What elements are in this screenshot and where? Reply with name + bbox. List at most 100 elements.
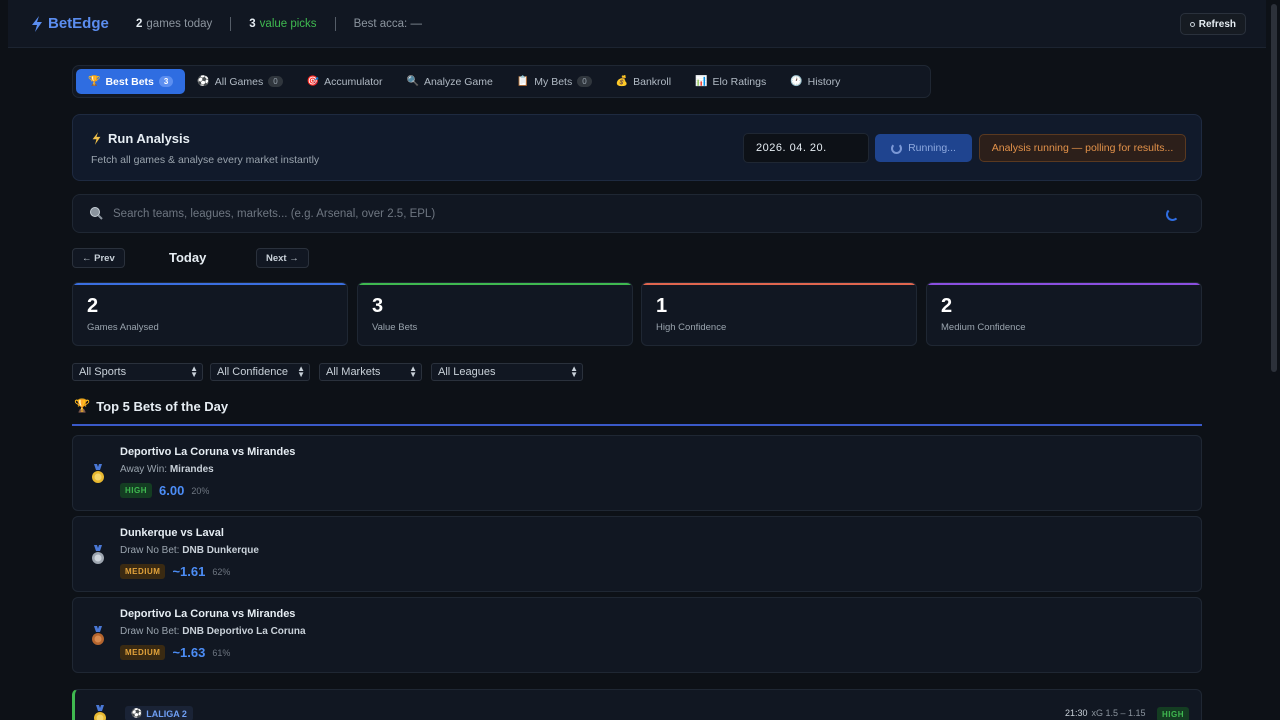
search-input[interactable] [113,204,1013,224]
loading-spinner-icon [891,142,903,154]
silver-medal-icon [92,545,104,564]
tab-elo-ratings[interactable]: 📊 Elo Ratings [683,69,778,94]
main-tabs: 🏆 Best Bets 3 ⚽ All Games 0 🎯 Accumulato… [72,65,931,98]
odds-value: ~1.61 [172,564,206,579]
select-value: All Markets [326,366,381,378]
date-input[interactable]: 2026. 04. 20. [743,133,869,163]
bet-details: HIGH 6.00 20% [120,483,209,498]
bet-row[interactable]: Deportivo La Coruna vs Mirandes Draw No … [72,597,1202,673]
stat-card-games-analysed: 2 Games Analysed [72,282,348,346]
tab-best-bets[interactable]: 🏆 Best Bets 3 [76,69,186,94]
bet-market: Away Win: Mirandes [120,464,214,475]
bet-details: MEDIUM ~1.63 61% [120,645,230,660]
tab-label: Elo Ratings [712,75,767,88]
tab-analyze-game[interactable]: 🔍 Analyze Game [395,69,505,94]
league-name: LALIGA 2 [146,708,187,719]
scrollbar[interactable] [1266,0,1280,720]
top-bets-heading: 🏆 Top 5 Bets of the Day [74,398,228,414]
divider [334,17,336,31]
run-title-text: Run Analysis [108,131,190,146]
soccer-ball-icon: ⚽ [131,708,143,718]
run-analysis-subtitle: Fetch all games & analyse every market i… [91,154,320,166]
tab-count-badge: 0 [268,76,283,87]
tab-accumulator[interactable]: 🎯 Accumulator [295,69,395,94]
select-arrows-icon: ▲ ▼ [409,364,417,379]
soccer-ball-icon: ⚽ [197,76,210,87]
odds-value: ~1.63 [172,645,206,660]
match-name: Deportivo La Coruna vs Mirandes [120,446,296,458]
market-type: Draw No Bet: [120,626,180,637]
top-bar: BetEdge 2 games today 3 value picks Best… [8,0,1266,48]
stat-label: Games Analysed [87,322,159,333]
tab-label: History [807,75,841,88]
tab-my-bets[interactable]: 📋 My Bets 0 [505,69,604,94]
bronze-medal-icon [92,626,104,645]
header-stats: 2 games today 3 value picks Best acca: — [136,17,422,31]
market-filter-select[interactable]: All Markets ▲ ▼ [319,363,422,381]
card-accent [73,283,347,285]
brand-logo[interactable]: BetEdge [30,15,109,32]
run-analysis-title: Run Analysis [91,131,190,146]
next-day-button[interactable]: Next → [256,248,309,268]
bar-chart-icon: 📊 [695,76,708,87]
card-accent [358,283,632,285]
run-analysis-button[interactable]: Running... [875,134,972,162]
market-pick: DNB Dunkerque [182,545,259,556]
select-value: All Sports [79,366,127,378]
clipboard-icon: 📋 [516,76,530,87]
confidence-filter-select[interactable]: All Confidence ▲ ▼ [210,363,310,381]
stat-label: Value Bets [372,322,418,333]
stat-value: 3 [372,295,384,317]
tab-count-badge: 3 [158,76,174,87]
stat-card-high-confidence: 1 High Confidence [641,282,917,346]
tab-all-games[interactable]: ⚽ All Games 0 [185,69,294,94]
select-arrows-icon: ▲ ▼ [570,364,578,379]
search-bar [72,194,1202,233]
league-badge: ⚽ LALIGA 2 [125,706,193,720]
current-day-label: Today [169,250,207,265]
probability-value: 61% [212,647,231,658]
run-button-label: Running... [908,142,956,154]
probability-value: 20% [191,485,210,496]
market-pick: Mirandes [169,464,214,475]
bet-row[interactable]: Dunkerque vs Laval Draw No Bet: DNB Dunk… [72,516,1202,592]
tab-label: Analyze Game [423,75,493,88]
tab-label: My Bets [534,75,573,88]
value-picks-count: 3 [249,18,256,30]
sport-filter-select[interactable]: All Sports ▲ ▼ [72,363,203,381]
trophy-icon: 🏆 [88,76,101,87]
games-today-count: 2 [136,18,143,30]
match-name: Deportivo La Coruna vs Mirandes [120,608,296,620]
tab-count-badge: 0 [577,76,592,87]
lightning-icon [92,132,101,145]
tab-bankroll[interactable]: 💰 Bankroll [604,69,683,94]
gold-medal-icon [92,464,104,483]
bet-row[interactable]: Deportivo La Coruna vs Mirandes Away Win… [72,435,1202,511]
tab-history[interactable]: 🕐 History [778,69,852,94]
league-filter-select[interactable]: All Leagues ▲ ▼ [431,363,583,381]
brand-name: BetEdge [48,15,109,32]
refresh-button[interactable]: Refresh [1179,13,1246,35]
confidence-badge: HIGH [120,483,152,498]
scrollbar-thumb[interactable] [1271,4,1277,372]
prev-day-button[interactable]: ← Prev [72,248,125,268]
tab-label: Bankroll [633,75,672,88]
search-icon [90,207,103,220]
stat-label: Medium Confidence [941,322,1026,333]
game-card[interactable]: ⚽ LALIGA 2 21:30 xG 1.5 – 1.15 HIGH [72,689,1202,720]
bet-market: Draw No Bet: DNB Deportivo La Coruna [120,626,306,637]
card-accent [642,283,916,285]
magnifier-icon: 🔍 [406,76,419,87]
select-arrows-icon: ▲ ▼ [297,364,305,379]
market-type: Draw No Bet: [120,545,180,556]
confidence-badge: HIGH [1157,707,1189,720]
stat-label: High Confidence [656,322,727,333]
stat-card-medium-confidence: 2 Medium Confidence [926,282,1202,346]
bet-details: MEDIUM ~1.61 62% [120,564,230,579]
lightning-icon [32,15,42,32]
expected-goals: xG 1.5 – 1.15 [1091,708,1146,718]
best-acca: Best acca: — [353,18,422,30]
confidence-badge: MEDIUM [120,645,166,660]
market-pick: DNB Deportivo La Coruna [182,626,306,637]
select-value: All Confidence [217,366,288,378]
